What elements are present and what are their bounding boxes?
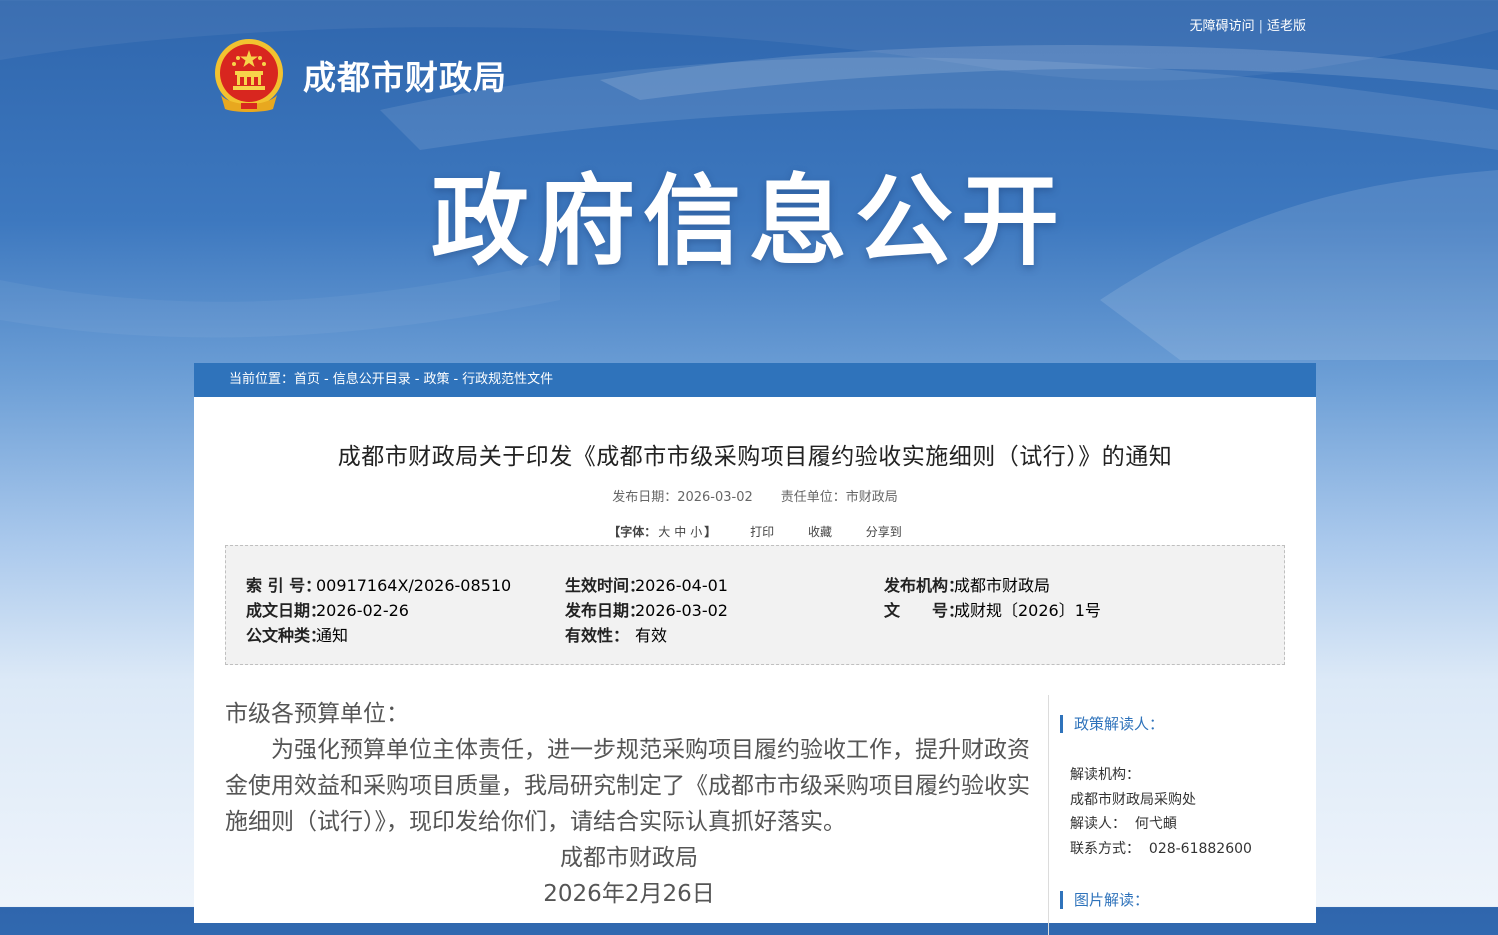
share-button[interactable]: 分享到 — [866, 525, 902, 539]
info-index: 索 引 号：00917164X/2026-08510 — [246, 576, 512, 595]
top-links: 无障碍访问 | 适老版 — [1190, 15, 1306, 34]
article-meta: 发布日期：2026-03-02 责任单位：市财政局 — [194, 486, 1316, 505]
breadcrumb-separator: - — [414, 372, 420, 387]
interpreter-details: 解读机构： 成都市财政局采购处 解读人： 何弋頔 联系方式： 028-61882… — [1060, 763, 1300, 861]
banner-title: 政府信息公开 — [430, 165, 1067, 279]
article-tools: 【字体：大中小】 打印 收藏 分享到 — [194, 523, 1316, 540]
info-validity: 有效性： 有效 — [565, 626, 668, 645]
content-panel: 当前位置：首页 - 信息公开目录 - 政策 - 行政规范性文件 成都市财政局关于印发《成都市… — [194, 363, 1316, 935]
favorite-button[interactable]: 收藏 — [808, 525, 832, 539]
font-size-close: 】 — [704, 525, 717, 539]
article-title: 成都市财政局关于印发《成都市市级采购项目履约验收实施细则（试行）》的通知 — [337, 444, 1173, 470]
font-size-label: 【字体： — [608, 525, 657, 539]
interpreter-org-label: 解读机构： — [1070, 767, 1140, 783]
breadcrumb-prefix: 当前位置： — [229, 372, 295, 387]
info-document-type: 公文种类：通知 — [246, 626, 349, 645]
national-emblem-icon — [215, 39, 283, 112]
publish-date: 2026-03-02 — [677, 490, 753, 505]
font-size-large[interactable]: 大 — [658, 525, 670, 539]
sidebar-divider — [1048, 695, 1049, 935]
interpreter-person-row: 解读人： 何弋頔 — [1070, 816, 1177, 832]
signature: 成都市财政局 — [560, 845, 698, 871]
breadcrumb-normative-docs[interactable]: 行政规范性文件 — [462, 372, 553, 387]
info-document-number: 文 号：成财规〔2026〕1号 — [884, 601, 1101, 620]
document-info-box: 索 引 号：00917164X/2026-08510 生效时间：2026-04-… — [225, 545, 1285, 665]
breadcrumb-catalog[interactable]: 信息公开目录 — [333, 372, 411, 387]
accessible-link[interactable]: 无障碍访问 — [1190, 19, 1255, 34]
site-name: 成都市财政局 — [303, 58, 507, 97]
interpreter-heading: 政策解读人： — [1060, 715, 1300, 733]
interpreter-org: 成都市财政局采购处 — [1070, 791, 1196, 808]
breadcrumb-separator: - — [453, 372, 459, 387]
font-size-small[interactable]: 小 — [690, 525, 702, 539]
breadcrumb-policy[interactable]: 政策 — [423, 372, 449, 387]
elderly-mode-link[interactable]: 适老版 — [1267, 19, 1306, 34]
font-size-control: 【字体：大中小】 — [608, 525, 716, 539]
body-paragraph: 为强化预算单位主体责任，进一步规范采购项目履约验收工作，提升财政资金使用效益和采… — [225, 737, 1030, 835]
info-issuer: 发布机构：成都市财政局 — [884, 576, 1051, 595]
salutation: 市级各预算单位： — [225, 701, 409, 727]
breadcrumb-home[interactable]: 首页 — [294, 372, 320, 387]
breadcrumb-separator: - — [324, 372, 329, 387]
responsible-unit-label: 责任单位： — [780, 490, 846, 505]
info-publish-date: 发布日期：2026-03-02 — [565, 601, 728, 620]
breadcrumb: 当前位置：首页 - 信息公开目录 - 政策 - 行政规范性文件 — [194, 363, 1316, 397]
article-body: 市级各预算单位： 为强化预算单位主体责任，进一步规范采购项目履约验收工作，提升财… — [225, 696, 1033, 912]
image-interpretation-heading[interactable]: 图片解读： — [1060, 891, 1300, 909]
info-effective-date: 生效时间：2026-04-01 — [565, 576, 728, 595]
interpreter-contact-row: 联系方式： 028-61882600 — [1070, 840, 1252, 857]
publish-date-label: 发布日期： — [612, 490, 678, 505]
info-written-date: 成文日期：2026-02-26 — [246, 601, 409, 620]
topbar-separator: | — [1258, 19, 1263, 34]
site-logo[interactable]: 成都市财政局 — [213, 37, 507, 113]
policy-interpretation-sidebar: 政策解读人： 解读机构： 成都市财政局采购处 解读人： 何弋頔 联系方式： 02… — [1060, 715, 1300, 909]
print-button[interactable]: 打印 — [750, 525, 774, 539]
font-size-medium[interactable]: 中 — [674, 525, 686, 539]
responsible-unit: 市财政局 — [845, 490, 898, 505]
